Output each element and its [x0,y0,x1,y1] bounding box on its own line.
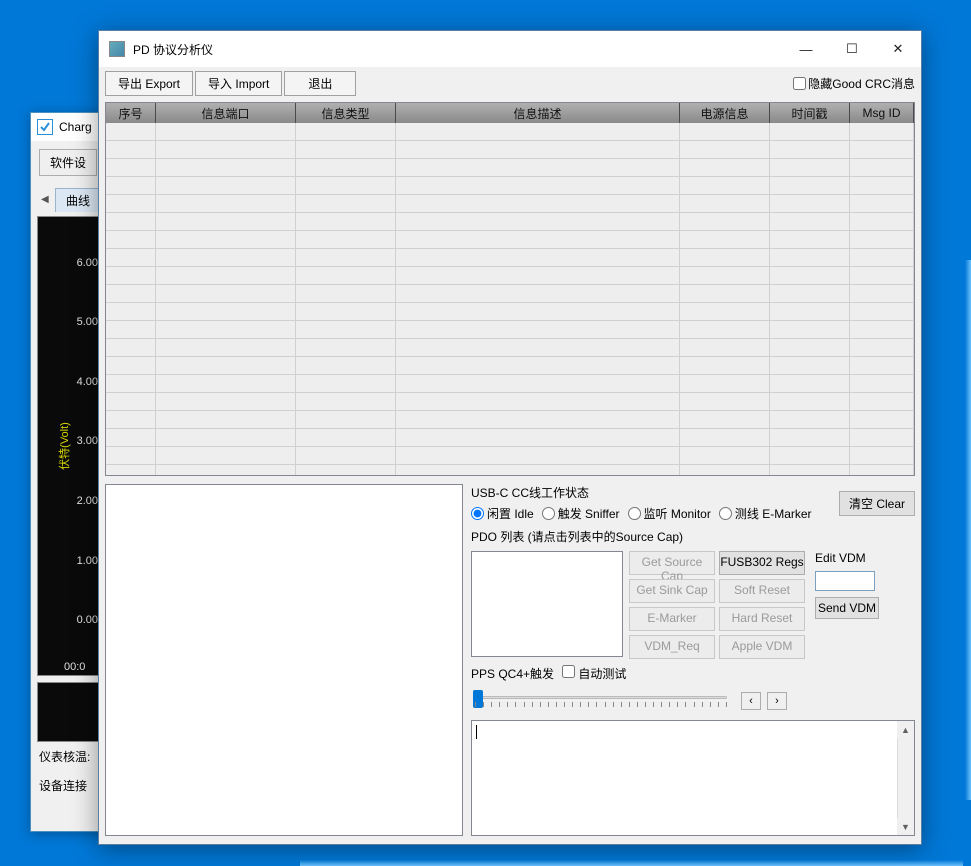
log-textarea[interactable]: ▲ ▼ [471,720,915,836]
radio-idle[interactable]: 闲置 Idle [471,505,534,522]
apple-vdm-button[interactable]: Apple VDM [719,635,805,659]
step-right-button[interactable]: › [767,692,787,710]
pps-label: PPS QC4+触发 [471,665,554,682]
desktop-edge-glow [965,260,971,800]
bg-settings-button[interactable]: 软件设 [39,149,97,176]
edit-vdm-label: Edit VDM [815,551,879,565]
bg-title-text: Charg [59,120,92,134]
step-left-button[interactable]: ‹ [741,692,761,710]
toolbar: 导出 Export 导入 Import 退出 隐藏Good CRC消息 [99,67,921,100]
table-row[interactable] [106,321,914,339]
app-icon [109,41,125,57]
titlebar: PD 协议分析仪 — ☐ ✕ [99,31,921,67]
pps-slider[interactable] [471,688,731,714]
col-power[interactable]: 电源信息 [680,103,770,123]
table-row[interactable] [106,231,914,249]
col-seq[interactable]: 序号 [106,103,156,123]
tab-left-arrow-icon[interactable]: ◀ [41,194,49,205]
table-row[interactable] [106,465,914,475]
table-row[interactable] [106,285,914,303]
pdo-label: PDO 列表 (请点击列表中的Source Cap) [471,528,915,545]
table-row[interactable] [106,411,914,429]
table-row[interactable] [106,213,914,231]
text-cursor-icon [476,725,477,739]
cc-state-label: USB-C CC线工作状态 [471,484,831,501]
export-button[interactable]: 导出 Export [105,71,193,96]
auto-test-checkbox[interactable]: 自动测试 [562,665,626,682]
hide-goodcrc-input[interactable] [793,77,806,90]
table-row[interactable] [106,339,914,357]
table-row[interactable] [106,357,914,375]
hide-goodcrc-checkbox[interactable]: 隐藏Good CRC消息 [793,75,915,92]
radio-monitor[interactable]: 监听 Monitor [628,505,711,522]
edit-vdm-column: Edit VDM Send VDM [815,551,879,619]
desktop-bottom-glow [300,860,963,866]
soft-reset-button[interactable]: Soft Reset [719,579,805,603]
table-row[interactable] [106,249,914,267]
table-row[interactable] [106,303,914,321]
col-desc[interactable]: 信息描述 [396,103,680,123]
table-row[interactable] [106,267,914,285]
pps-row: PPS QC4+触发 自动测试 [471,665,915,682]
col-port[interactable]: 信息端口 [156,103,296,123]
table-row[interactable] [106,375,914,393]
hard-reset-button[interactable]: Hard Reset [719,607,805,631]
y-axis-ticks: 0.00 1.00 2.00 3.00 4.00 5.00 6.00 [60,217,100,675]
window-title: PD 协议分析仪 [133,41,213,58]
maximize-button[interactable]: ☐ [829,34,875,64]
get-sink-cap-button[interactable]: Get Sink Cap [629,579,715,603]
send-vdm-button[interactable]: Send VDM [815,597,879,619]
cc-state-radios: 闲置 Idle 触发 Sniffer 监听 Monitor 测线 E-Marke… [471,505,831,522]
scroll-up-icon[interactable]: ▲ [897,721,914,738]
col-time[interactable]: 时间戳 [770,103,850,123]
vdm-req-button[interactable]: VDM_Req [629,635,715,659]
pdo-buttons: Get Source Cap FUSB302 Regs Get Sink Cap… [629,551,805,659]
log-scrollbar[interactable]: ▲ ▼ [897,721,914,835]
right-panel: USB-C CC线工作状态 闲置 Idle 触发 Sniffer 监听 Moni… [471,484,915,836]
table-row[interactable] [106,159,914,177]
grid-body[interactable] [106,123,914,475]
table-row[interactable] [106,393,914,411]
pdo-listbox[interactable] [471,551,623,657]
scroll-down-icon[interactable]: ▼ [897,818,914,835]
e-marker-button[interactable]: E-Marker [629,607,715,631]
table-row[interactable] [106,141,914,159]
lower-panel: USB-C CC线工作状态 闲置 Idle 触发 Sniffer 监听 Moni… [99,480,921,844]
col-msgid[interactable]: Msg ID [850,103,914,123]
detail-box[interactable] [105,484,463,836]
x-axis-tick: 00:0 [64,661,85,673]
grid-header: 序号 信息端口 信息类型 信息描述 电源信息 时间戳 Msg ID [106,103,914,123]
fusb302-regs-button[interactable]: FUSB302 Regs [719,551,805,575]
hide-goodcrc-label: 隐藏Good CRC消息 [808,75,915,92]
pps-slider-row: ‹ › [471,688,915,714]
cc-state-row: USB-C CC线工作状态 闲置 Idle 触发 Sniffer 监听 Moni… [471,484,915,522]
pdo-row: Get Source Cap FUSB302 Regs Get Sink Cap… [471,551,915,659]
table-row[interactable] [106,177,914,195]
pd-analyzer-window: PD 协议分析仪 — ☐ ✕ 导出 Export 导入 Import 退出 隐藏… [98,30,922,845]
table-row[interactable] [106,123,914,141]
import-button[interactable]: 导入 Import [195,71,282,96]
get-source-cap-button[interactable]: Get Source Cap [629,551,715,575]
radio-sniffer[interactable]: 触发 Sniffer [542,505,620,522]
exit-button[interactable]: 退出 [284,71,356,96]
bg-app-icon [37,119,53,135]
col-type[interactable]: 信息类型 [296,103,396,123]
table-row[interactable] [106,447,914,465]
minimize-button[interactable]: — [783,34,829,64]
table-row[interactable] [106,195,914,213]
message-grid[interactable]: 序号 信息端口 信息类型 信息描述 电源信息 时间戳 Msg ID [105,102,915,476]
clear-button[interactable]: 清空 Clear [839,491,915,516]
table-row[interactable] [106,429,914,447]
bg-tab-curve[interactable]: 曲线 [55,188,101,212]
edit-vdm-input[interactable] [815,571,875,591]
close-button[interactable]: ✕ [875,34,921,64]
radio-emarker[interactable]: 测线 E-Marker [719,505,812,522]
pps-stepper: ‹ › [741,692,787,710]
